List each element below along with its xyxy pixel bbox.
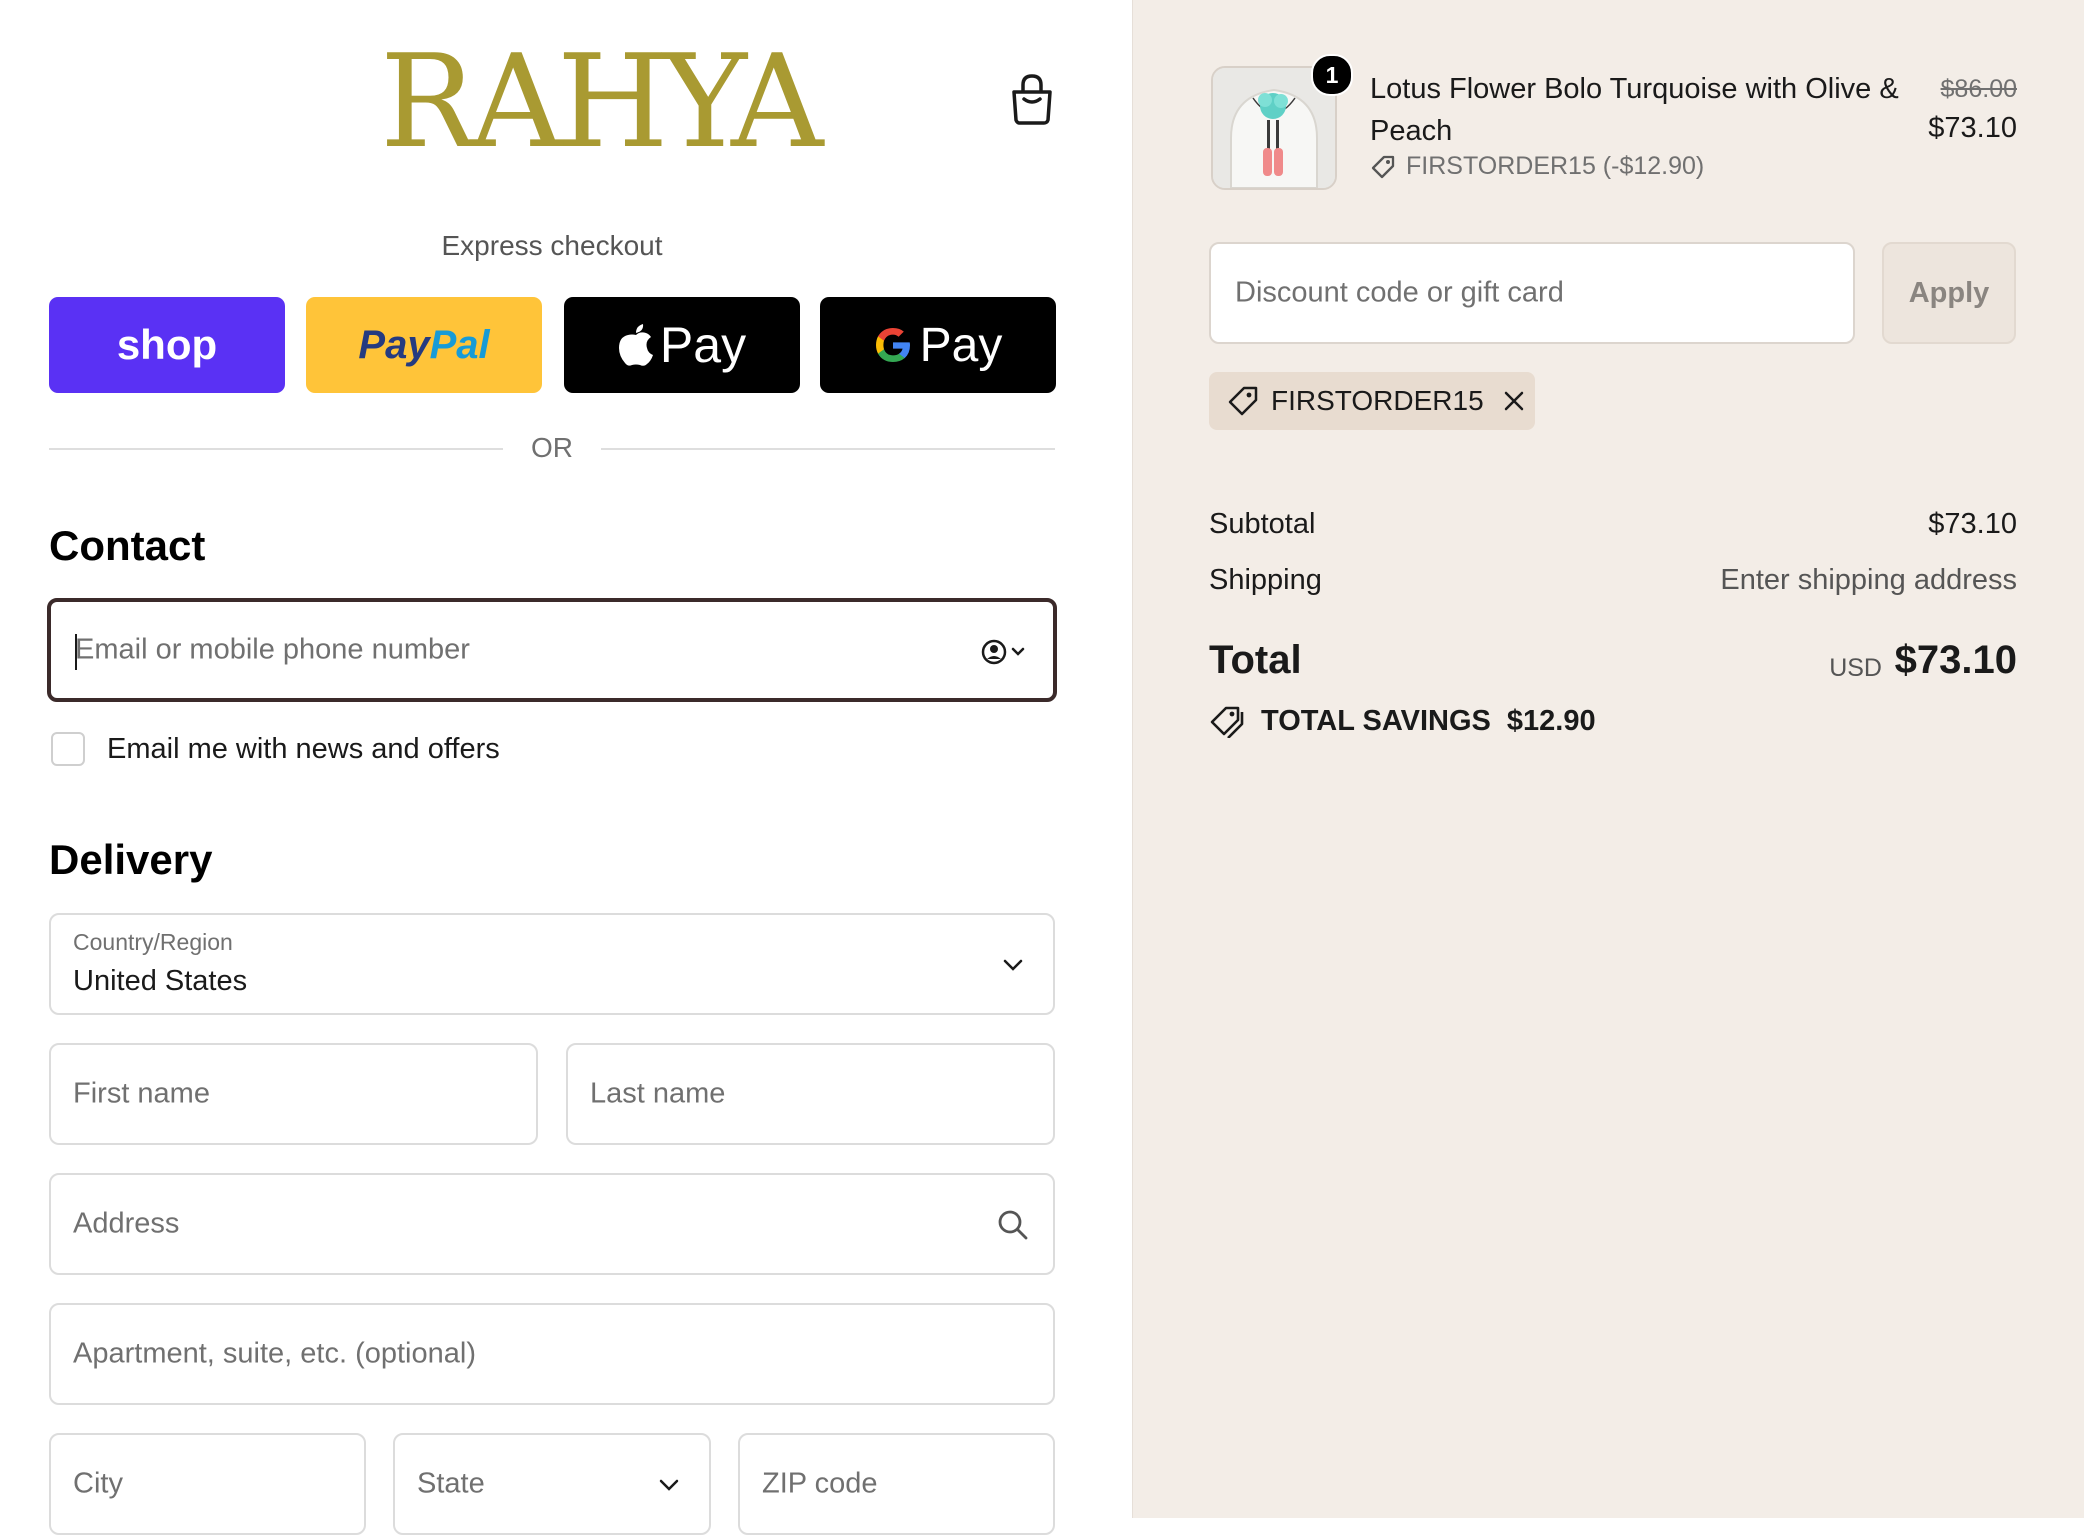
google-g-icon [874,326,912,364]
email-placeholder: Email or mobile phone number [75,633,470,666]
zip-placeholder: ZIP code [762,1467,878,1500]
last-name-field[interactable]: Last name [566,1043,1055,1145]
product-name: Lotus Flower Bolo Turquoise with Olive &… [1370,73,1899,147]
newsletter-checkbox[interactable] [51,732,85,766]
discount-code-input[interactable]: Discount code or gift card [1209,242,1855,344]
subtotal-label: Subtotal [1209,508,1316,540]
google-pay-button[interactable]: Pay [820,297,1056,393]
or-divider-label: OR [531,432,573,463]
quantity-badge: 1 [1311,54,1353,96]
tag-icon [1227,385,1259,417]
tag-icon [1370,154,1396,180]
currency-code: USD [1829,654,1882,682]
apple-icon [618,323,654,367]
contact-title: Contact [49,522,206,569]
address-field[interactable]: Address [49,1173,1055,1275]
total-value: $73.10 [1894,638,2017,682]
first-name-placeholder: First name [73,1077,210,1110]
brand-logo[interactable]: RAHYA [380,30,823,168]
or-divider: OR [49,430,1055,470]
shipping-label: Shipping [1209,564,1322,596]
subtotal-value: $73.10 [1928,508,2017,540]
apple-pay-label: Pay [659,317,747,373]
first-name-field[interactable]: First name [49,1043,538,1145]
product-price: $73.10 [1928,112,2017,144]
chevron-down-icon [657,1473,681,1497]
state-select[interactable]: State [393,1433,711,1535]
total-label: Total [1209,638,1302,682]
shop-pay-button[interactable]: shop [49,297,285,393]
order-summary-panel [1132,0,2084,1518]
country-label: Country/Region [73,929,233,955]
savings-label: TOTAL SAVINGS [1261,704,1491,737]
last-name-placeholder: Last name [590,1077,726,1110]
paypal-button[interactable]: Pay Pal [306,297,542,393]
cart-bag-icon[interactable] [1008,72,1056,126]
paypal-label-pay: Pay [358,322,430,367]
savings-value: $12.90 [1506,704,1596,737]
apartment-field[interactable]: Apartment, suite, etc. (optional) [49,1303,1055,1405]
delivery-title: Delivery [49,836,213,883]
apple-pay-button[interactable]: Pay [564,297,800,393]
state-placeholder: State [417,1467,485,1500]
city-placeholder: City [73,1467,123,1500]
newsletter-label: Email me with news and offers [107,733,500,765]
checkout-form-panel: RAHYA Express checkout shop PayPal Pay [0,0,1132,1535]
product-discount-label: FIRSTORDER15 (-$12.90) [1406,152,1705,180]
apply-button[interactable]: Apply [1882,242,2016,344]
shop-pay-label: shop [116,321,218,368]
product-discount: FIRSTORDER15 (-$12.90) [1370,152,1704,181]
email-field[interactable]: Email or mobile phone number [47,598,1057,702]
zip-field[interactable]: ZIP code [738,1433,1055,1535]
google-pay-label: Pay [919,318,1003,372]
city-field[interactable]: City [49,1433,366,1535]
discount-code-placeholder: Discount code or gift card [1235,276,1564,309]
original-price: $86.00 [1940,75,2017,103]
savings-tag-icon [1209,704,1245,738]
chevron-down-icon [1001,953,1025,977]
apartment-placeholder: Apartment, suite, etc. (optional) [73,1337,476,1370]
search-icon[interactable] [997,1209,1029,1241]
brand-logo-text: RAHYA [380,28,823,177]
applied-discount-code: FIRSTORDER15 [1271,385,1484,416]
address-placeholder: Address [73,1207,180,1240]
country-select[interactable]: Country/Region United States [49,913,1055,1015]
paypal-label-pal: Pal [429,322,490,367]
account-switch-icon[interactable] [981,638,1029,666]
shipping-value: Enter shipping address [1720,564,2017,596]
total-savings: TOTAL SAVINGS $12.90 [1209,704,1596,738]
applied-discount-chip: FIRSTORDER15 [1209,372,1535,430]
remove-discount-close-icon[interactable] [1502,389,1526,413]
express-checkout-title: Express checkout [441,230,663,261]
country-value: United States [73,965,248,997]
